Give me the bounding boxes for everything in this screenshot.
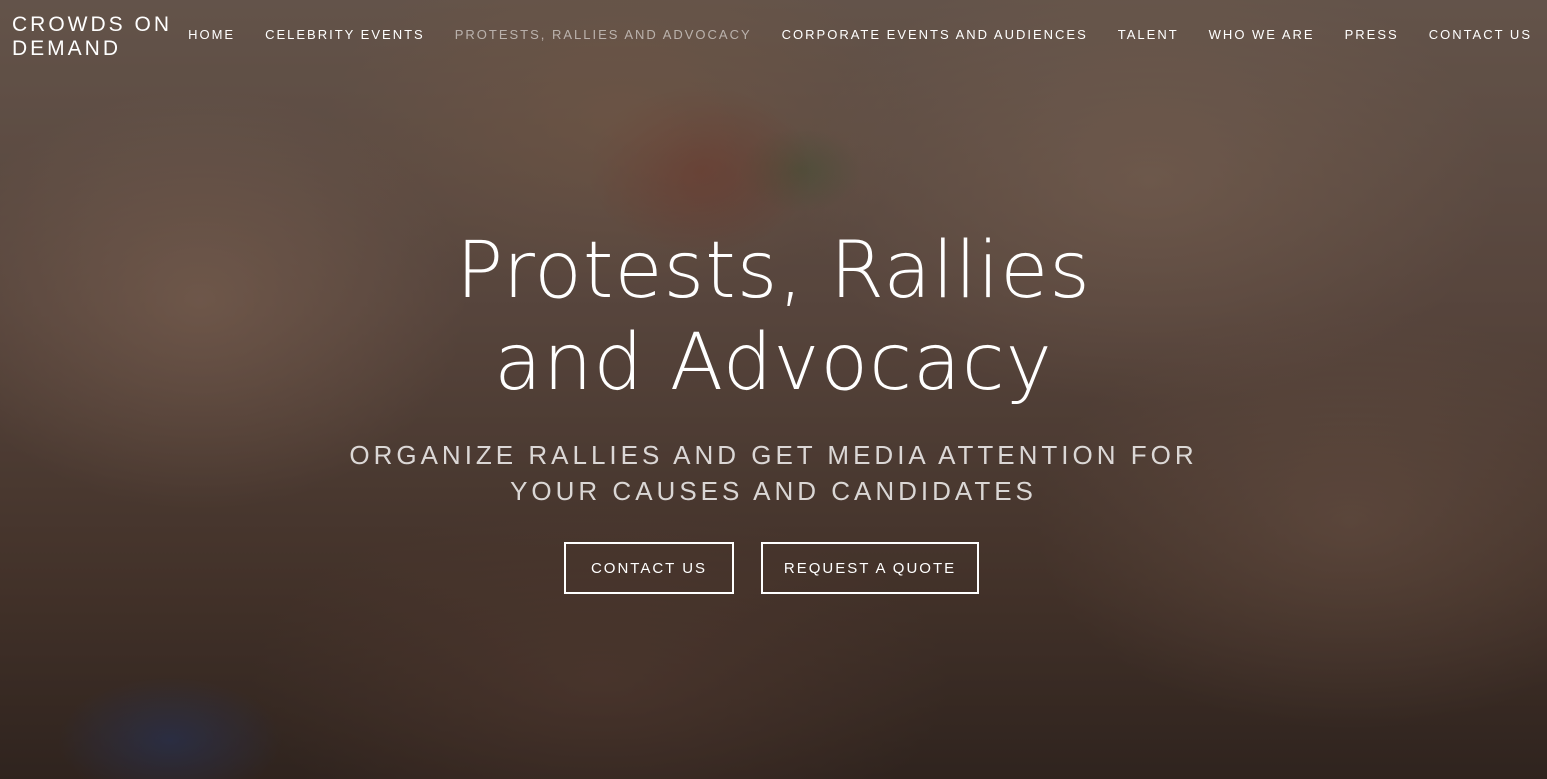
hero-section: CROWDS ON DEMAND HOME CELEBRITY EVENTS P… (0, 0, 1547, 779)
nav-item-contact-us[interactable]: CONTACT US (1429, 27, 1532, 42)
nav-item-corporate-events[interactable]: CORPORATE EVENTS AND AUDIENCES (782, 27, 1088, 42)
main-nav: HOME CELEBRITY EVENTS PROTESTS, RALLIES … (158, 27, 1532, 42)
nav-item-who-we-are[interactable]: WHO WE ARE (1209, 27, 1315, 42)
page-subtitle: ORGANIZE RALLIES AND GET MEDIA ATTENTION… (349, 440, 1198, 506)
nav-item-talent[interactable]: TALENT (1118, 27, 1179, 42)
contact-us-button[interactable]: CONTACT US (564, 542, 734, 594)
nav-item-protests-rallies-advocacy[interactable]: PROTESTS, RALLIES AND ADVOCACY (455, 27, 752, 42)
hero-content: Protests, Rallies and Advocacy ORGANIZE … (0, 225, 1547, 594)
hero-buttons: CONTACT US REQUEST A QUOTE (0, 542, 1545, 594)
nav-item-press[interactable]: PRESS (1345, 27, 1399, 42)
nav-item-celebrity-events[interactable]: CELEBRITY EVENTS (265, 27, 425, 42)
page-title: Protests, Rallies and Advocacy (456, 226, 1091, 408)
request-quote-button[interactable]: REQUEST A QUOTE (761, 542, 979, 594)
nav-item-home[interactable]: HOME (188, 27, 235, 42)
